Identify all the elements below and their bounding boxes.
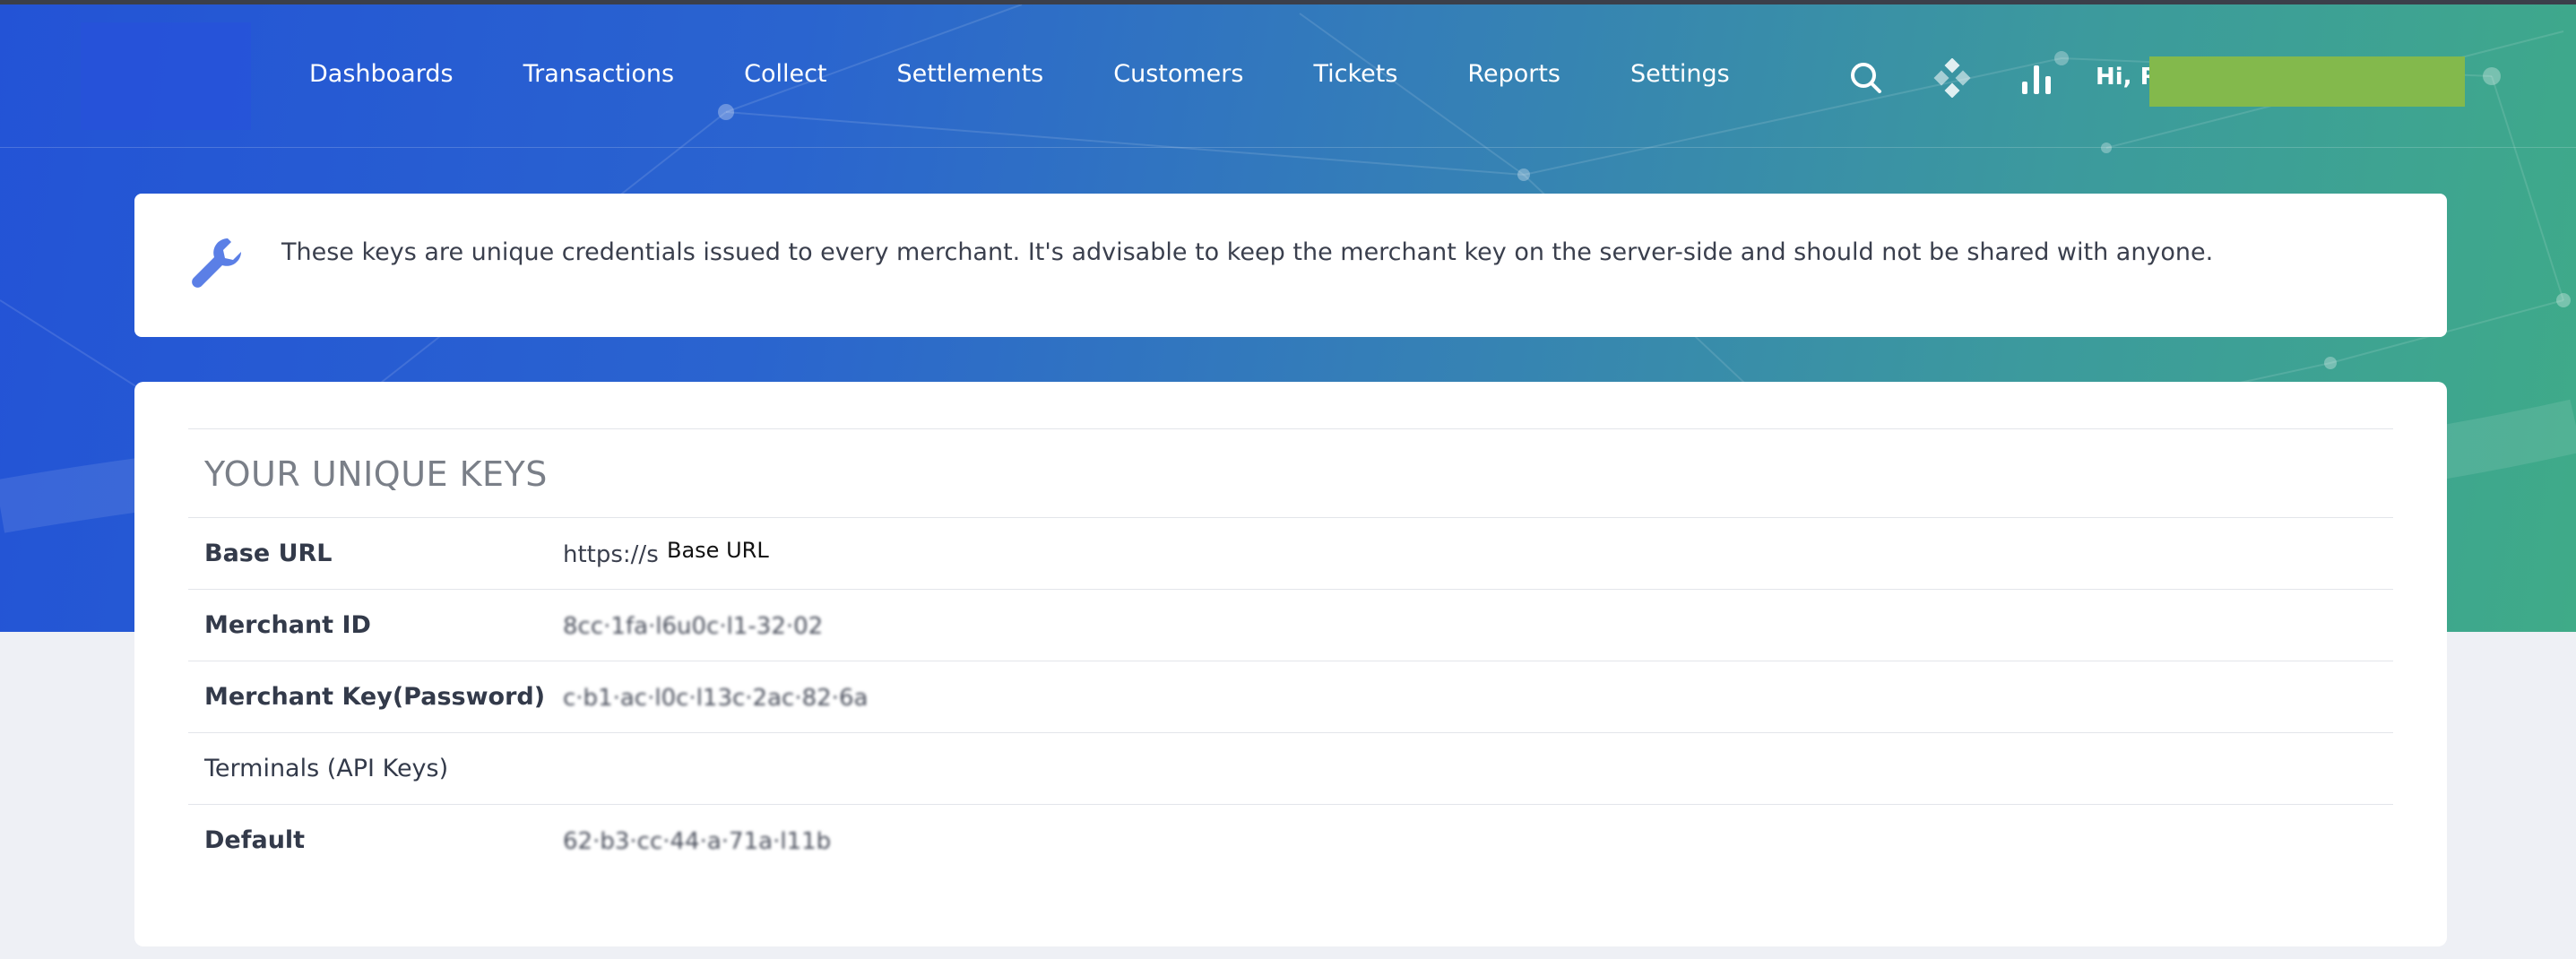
page: Dashboards Transactions Collect Settleme… xyxy=(0,0,2576,959)
bar-chart-icon[interactable] xyxy=(2018,60,2054,96)
diamond-grid-icon[interactable] xyxy=(1932,58,1972,98)
key-value[interactable]: 8cc·1fa·l6u0c·l1-32·02 xyxy=(563,613,823,640)
key-row-default: Default 62·b3·cc·44·a·71a·l11b xyxy=(188,805,2393,877)
key-row-base-url: Base URL https://s Base URL xyxy=(188,518,2393,590)
key-value[interactable]: https://s xyxy=(563,541,659,568)
key-row-merchant-id: Merchant ID 8cc·1fa·l6u0c·l1-32·02 xyxy=(188,590,2393,661)
nav-item-transactions[interactable]: Transactions xyxy=(523,60,675,88)
nav-item-collect[interactable]: Collect xyxy=(744,60,826,88)
top-navbar: Dashboards Transactions Collect Settleme… xyxy=(0,4,2576,148)
keys-title: YOUR UNIQUE KEYS xyxy=(188,428,2393,518)
keys-table: YOUR UNIQUE KEYS Base URL https://s Base… xyxy=(188,428,2393,877)
search-icon[interactable] xyxy=(1848,60,1884,96)
nav-item-settlements[interactable]: Settlements xyxy=(897,60,1044,88)
key-row-merchant-key: Merchant Key(Password) c·b1·ac·l0c·l13c·… xyxy=(188,661,2393,733)
key-label: Merchant ID xyxy=(204,611,371,639)
nav-menu: Dashboards Transactions Collect Settleme… xyxy=(309,60,1800,88)
tooltip: Base URL xyxy=(663,536,773,565)
key-value[interactable]: c·b1·ac·l0c·l13c·2ac·82·6a xyxy=(563,685,868,712)
keys-card: YOUR UNIQUE KEYS Base URL https://s Base… xyxy=(134,382,2447,946)
key-label: Merchant Key(Password) xyxy=(204,683,546,711)
nav-item-tickets[interactable]: Tickets xyxy=(1313,60,1397,88)
key-label: Terminals (API Keys) xyxy=(204,755,449,782)
key-label: Base URL xyxy=(204,540,333,567)
key-row-terminals: Terminals (API Keys) xyxy=(188,733,2393,805)
key-value[interactable]: 62·b3·cc·44·a·71a·l11b xyxy=(563,828,831,855)
nav-item-settings[interactable]: Settings xyxy=(1630,60,1730,88)
info-text: These keys are unique credentials issued… xyxy=(281,238,2214,266)
nav-item-dashboards[interactable]: Dashboards xyxy=(309,60,454,88)
info-card: These keys are unique credentials issued… xyxy=(134,194,2447,337)
key-label: Default xyxy=(204,826,306,854)
nav-item-customers[interactable]: Customers xyxy=(1113,60,1243,88)
wrench-icon xyxy=(192,238,241,288)
nav-item-reports[interactable]: Reports xyxy=(1467,60,1560,88)
redacted-username-overlay xyxy=(2149,56,2465,107)
logo[interactable] xyxy=(81,22,251,130)
